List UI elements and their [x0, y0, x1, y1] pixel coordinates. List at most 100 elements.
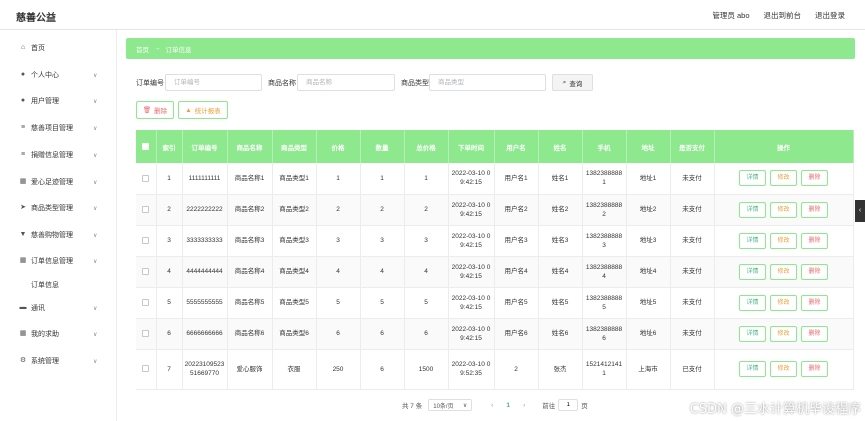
delete-button[interactable]: 删除: [801, 232, 828, 249]
list-icon: ≡: [20, 151, 26, 158]
edit-button[interactable]: 修改: [770, 325, 797, 342]
detail-button[interactable]: 详情: [739, 294, 766, 311]
row-checkbox[interactable]: [142, 365, 150, 373]
edit-button[interactable]: 修改: [770, 294, 797, 311]
row-actions-cell: 详情 修改 删除: [714, 225, 854, 257]
delete-button[interactable]: 删除: [801, 294, 828, 311]
row-actions-cell: 详情 修改 删除: [714, 256, 854, 288]
table-cell: 2022310952351669770: [182, 349, 228, 390]
table-cell: 已支付: [670, 349, 715, 390]
logout-link[interactable]: 退出登录: [815, 10, 845, 21]
sidebar-item-users[interactable]: ● 用户管理 ∨: [0, 92, 117, 110]
table-cell: 商品类型5: [272, 287, 317, 319]
collapse-handle-icon[interactable]: ‹: [855, 200, 865, 222]
table-cell: 商品类型2: [272, 194, 317, 226]
table-cell: 商品名称3: [227, 225, 273, 257]
table-cell: 13823888883: [582, 225, 627, 257]
detail-button[interactable]: 详情: [739, 170, 766, 187]
table-cell: 未支付: [670, 318, 715, 350]
table-cell: 商品类型6: [272, 318, 317, 350]
sidebar-subitem-order-info[interactable]: 订单信息: [31, 280, 59, 290]
table-cell: 张杰: [538, 349, 583, 390]
order-no-input[interactable]: [165, 74, 262, 91]
delete-button[interactable]: 删除: [801, 170, 828, 187]
row-checkbox[interactable]: [142, 267, 150, 275]
table-cell: 商品类型4: [272, 256, 317, 288]
edit-button[interactable]: 修改: [770, 361, 797, 377]
row-checkbox[interactable]: [142, 174, 150, 182]
sidebar-item-footprints[interactable]: ▦ 爱心足迹管理 ∨: [0, 173, 117, 191]
table-row: 7 2022310952351669770 爱心服饰 衣服 250 6 1500 2022-0…: [136, 349, 854, 390]
product-type-input[interactable]: [429, 74, 546, 91]
table-cell: 4444444444: [182, 256, 228, 288]
table-cell: 商品名称2: [227, 194, 273, 226]
table-cell: 2022-03-10 09:42:15: [448, 287, 495, 319]
chat-icon: ▬: [19, 304, 27, 311]
sidebar-item-messages[interactable]: ▬ 通讯 ∨: [0, 299, 117, 317]
sidebar: ⌂ 首页 ● 个人中心 ∨ ● 用户管理 ∨ ≡ 慈善项目管理 ∨ ≡ 捐赠信息…: [0, 30, 117, 421]
table-cell: 13823888886: [582, 318, 627, 350]
detail-button[interactable]: 详情: [739, 232, 766, 249]
sidebar-item-label: 首页: [31, 45, 45, 52]
row-checkbox[interactable]: [142, 298, 150, 306]
table-cell: 13823888885: [582, 287, 627, 319]
product-name-input[interactable]: [297, 74, 395, 91]
edit-button[interactable]: 修改: [770, 263, 797, 280]
delete-button[interactable]: 删除: [801, 263, 828, 280]
sidebar-item-system[interactable]: ⚙ 系统管理 ∨: [0, 352, 117, 370]
column-header: 姓名: [538, 130, 583, 163]
table-cell: 1500: [404, 349, 449, 390]
page-number-current[interactable]: 1: [502, 402, 514, 409]
sidebar-item-my-requests[interactable]: ▦ 我的求助 ∨: [0, 325, 117, 343]
column-header: 手机: [582, 130, 627, 163]
table-cell: 6: [316, 318, 361, 350]
table-cell: 4: [404, 256, 449, 288]
sidebar-item-charity-projects[interactable]: ≡ 慈善项目管理 ∨: [0, 119, 117, 137]
table-cell: 6: [156, 318, 183, 350]
goto-page-input[interactable]: [558, 399, 579, 411]
delete-button[interactable]: 删除: [801, 325, 828, 342]
table-row: 2 2222222222 商品名称2 商品类型2 2 2 2 2022-03-10 09:42…: [136, 194, 854, 226]
goto-suffix: 页: [581, 403, 588, 410]
user-icon: ●: [20, 71, 26, 78]
row-checkbox[interactable]: [142, 236, 150, 244]
next-page-button[interactable]: ›: [517, 402, 531, 409]
detail-button[interactable]: 详情: [739, 263, 766, 280]
table-cell: 未支付: [670, 163, 715, 195]
detail-button[interactable]: 详情: [739, 201, 766, 218]
sidebar-item-donations[interactable]: ≡ 捐赠信息管理 ∨: [0, 146, 117, 164]
table-cell: 2: [494, 349, 539, 390]
stats-report-button[interactable]: ▲ 统计报表: [178, 101, 228, 119]
breadcrumb-separator: →: [154, 45, 161, 52]
prev-page-button[interactable]: ‹: [485, 402, 499, 409]
select-all-checkbox[interactable]: [142, 142, 150, 150]
edit-button[interactable]: 修改: [770, 201, 797, 218]
sidebar-item-label: 用户管理: [31, 98, 59, 105]
sidebar-item-product-types[interactable]: ➤ 商品类型管理 ∨: [0, 199, 117, 217]
table-cell: 2: [316, 194, 361, 226]
delete-button[interactable]: 删除: [801, 361, 828, 377]
table-cell: 6: [404, 318, 449, 350]
row-select-cell: [136, 194, 157, 226]
table-cell: 地址6: [626, 318, 671, 350]
back-to-front-link[interactable]: 退出到前台: [764, 10, 802, 21]
search-button[interactable]: ⌕ 查询: [552, 74, 593, 91]
batch-delete-button[interactable]: 🗑 删除: [136, 101, 174, 119]
chevron-down-icon: ∨: [93, 205, 98, 212]
sidebar-item-home[interactable]: ⌂ 首页: [0, 39, 117, 57]
detail-button[interactable]: 详情: [739, 361, 766, 377]
sidebar-item-profile[interactable]: ● 个人中心 ∨: [0, 66, 117, 84]
row-checkbox[interactable]: [142, 329, 150, 337]
page-size-select[interactable]: 10条/页 ∨: [428, 399, 473, 411]
detail-button[interactable]: 详情: [739, 325, 766, 342]
table-cell: 2022-03-10 09:42:15: [448, 256, 495, 288]
sidebar-item-charity-shopping[interactable]: ▼ 慈善购物管理 ∨: [0, 226, 117, 244]
edit-button[interactable]: 修改: [770, 232, 797, 249]
delete-button[interactable]: 删除: [801, 201, 828, 218]
edit-button[interactable]: 修改: [770, 170, 797, 187]
chevron-down-icon: ∨: [93, 258, 98, 265]
sidebar-item-orders[interactable]: ▦ 订单信息管理 ∨: [0, 252, 117, 270]
breadcrumb-home[interactable]: 首页: [136, 44, 149, 54]
row-checkbox[interactable]: [142, 205, 150, 213]
search-icon: ⌕: [562, 78, 567, 86]
